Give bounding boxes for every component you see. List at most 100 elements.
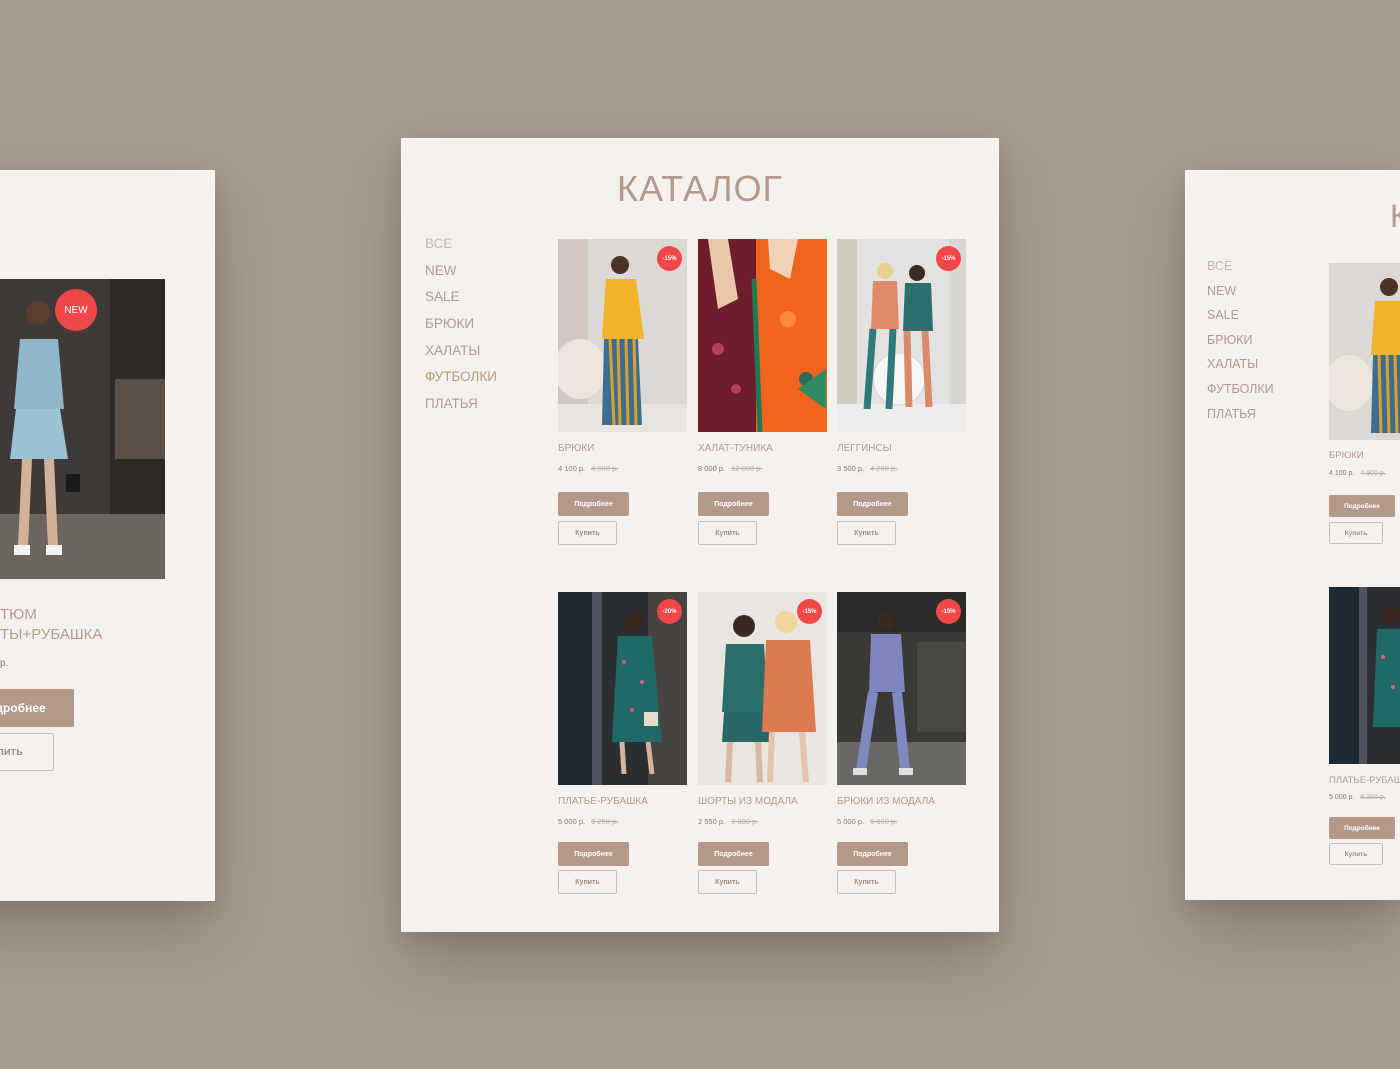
discount-badge: -15% [936,246,961,271]
nav-item-all[interactable]: ВСЕ [425,236,497,263]
buy-button[interactable]: Купить [1329,843,1383,865]
buy-button[interactable]: Купить [558,870,617,894]
buy-button[interactable]: Купить [1329,522,1383,544]
product-photo[interactable]: -15% [837,592,966,785]
nav-item-sale[interactable]: SALE [1207,308,1274,333]
old-price: 5 900 р. [870,817,898,826]
right-category-nav: ВСЕ NEW SALE БРЮКИ ХАЛАТЫ ФУТБОЛКИ ПЛАТЬ… [1207,259,1274,431]
discount-badge: -15% [936,599,961,624]
product-price: 4 100 р. 4 900 р. [1329,470,1386,477]
old-price: 4 900 р. [591,464,619,473]
product-price: 5 000 р. 5 900 р. [837,817,897,826]
page-title: КАТАЛОГ [617,168,783,209]
product-price: 4 100 р. 4 900 р. [558,464,618,473]
product-photo[interactable]: -15% [558,239,687,432]
product-card: -15% ШОРТЫ ИЗ МОДАЛА 2 550 р. 3 000 р. По… [698,592,828,902]
product-photo[interactable] [698,239,827,432]
product-title[interactable]: ЛЕГГИНСЫ [837,443,892,454]
current-price: 8 000 р. [698,464,726,473]
nav-item-all[interactable]: ВСЕ [1207,259,1274,284]
product-photo[interactable]: -15% [698,592,827,785]
current-price: 5 000 р. [837,817,865,826]
current-price: 4 100 р. [1329,470,1355,477]
current-price: 5 000 р. [1329,794,1355,801]
product-title[interactable]: ШОРТЫ ИЗ МОДАЛА [698,796,798,807]
discount-badge: -20% [657,599,682,624]
old-price: 6 250 р. [1360,794,1386,801]
buy-button[interactable]: Купить [698,870,757,894]
current-price: 5 000 р. [558,817,586,826]
product-photo[interactable] [1329,587,1400,764]
right-page-title: К [1390,198,1400,234]
nav-item-tshirts[interactable]: ФУТБОЛКИ [425,369,497,396]
buy-button[interactable]: Купить [698,521,757,545]
nav-item-robes[interactable]: ХАЛАТЫ [1207,357,1274,382]
buy-button[interactable]: Купить [558,521,617,545]
product-photo[interactable]: -20% [558,592,687,785]
discount-badge: -15% [797,599,822,624]
old-price: 4 200 р. [870,464,898,473]
product-card: -15% БРЮКИ 4 100 р. 4 900 р. Подробнее Ку… [558,239,688,549]
product-price: 3 500 р. 4 200 р. [837,464,897,473]
product-title[interactable]: ПЛАТЬЕ-РУБАШКА [558,796,648,807]
more-button[interactable]: Подробнее [698,492,769,516]
photo-shirt-dress-image [1329,587,1400,764]
current-price: 3 500 р. [837,464,865,473]
right-product-card: БРЮКИ 4 100 р. 4 900 р. Подробнее Купить [1329,263,1400,553]
current-price: 4 100 р. [558,464,586,473]
photo-robe-image [698,239,827,432]
old-price: 4 900 р. [1360,470,1386,477]
old-price: 3 000 р. [731,817,759,826]
product-title[interactable]: БРЮКИ [558,443,594,454]
new-badge: NEW [55,289,97,331]
product-price: 5 000 р. 6 250 р. [558,817,618,826]
product-title[interactable]: ПЛАТЬЕ-РУБАШКА [1329,775,1400,786]
left-card-more-button[interactable]: одробнее [0,689,74,727]
discount-badge: -15% [657,246,682,271]
left-card-title-line1: ТЮМ [0,606,37,623]
old-price: 6 250 р. [591,817,619,826]
more-button[interactable]: Подробнее [1329,495,1395,517]
product-photo-suit[interactable]: NEW [0,279,165,579]
more-button[interactable]: Подробнее [837,842,908,866]
right-catalog-card: К ВСЕ NEW SALE БРЮКИ ХАЛАТЫ ФУТБОЛКИ ПЛА… [1185,170,1400,900]
buy-button[interactable]: Купить [837,870,896,894]
product-card: -20% ПЛАТЬЕ-РУБАШКА 5 000 р. 6 250 р. Под… [558,592,688,902]
product-title[interactable]: БРЮКИ ИЗ МОДАЛА [837,796,935,807]
left-card-price: р. [0,658,9,669]
product-card: -15% ЛЕГГИНСЫ 3 500 р. 4 200 р. Подробнее… [837,239,967,549]
product-photo[interactable]: -15% [837,239,966,432]
product-price: 5 000 р. 6 250 р. [1329,794,1386,801]
right-product-card: ПЛАТЬЕ-РУБАШКА 5 000 р. 6 250 р. Подробне… [1329,587,1400,877]
current-price: 2 550 р. [698,817,726,826]
product-card: -15% БРЮКИ ИЗ МОДАЛА 5 000 р. 5 900 р. По… [837,592,967,902]
nav-item-dresses[interactable]: ПЛАТЬЯ [1207,407,1274,432]
catalog-card: КАТАЛОГ ВСЕ NEW SALE БРЮКИ ХАЛАТЫ ФУТБОЛ… [401,138,999,932]
nav-item-robes[interactable]: ХАЛАТЫ [425,343,497,370]
left-card-title-line2: ТЫ+РУБАШКА [0,626,103,643]
product-title[interactable]: БРЮКИ [1329,450,1364,461]
left-product-card: NEW ТЮМ ТЫ+РУБАШКА р. одробнее упить [0,170,215,901]
nav-item-sale[interactable]: SALE [425,289,497,316]
nav-item-dresses[interactable]: ПЛАТЬЯ [425,396,497,423]
nav-item-pants[interactable]: БРЮКИ [425,316,497,343]
buy-button[interactable]: Купить [837,521,896,545]
nav-item-new[interactable]: NEW [1207,284,1274,309]
nav-item-pants[interactable]: БРЮКИ [1207,333,1274,358]
product-photo[interactable] [1329,263,1400,440]
product-price: 8 000 р. 12 000 р. [698,464,762,473]
more-button[interactable]: Подробнее [558,492,629,516]
more-button[interactable]: Подробнее [1329,817,1395,839]
category-nav: ВСЕ NEW SALE БРЮКИ ХАЛАТЫ ФУТБОЛКИ ПЛАТЬ… [425,236,497,423]
nav-item-tshirts[interactable]: ФУТБОЛКИ [1207,382,1274,407]
product-title[interactable]: ХАЛАТ-ТУНИКА [698,443,773,454]
more-button[interactable]: Подробнее [698,842,769,866]
nav-item-new[interactable]: NEW [425,263,497,290]
product-card: ХАЛАТ-ТУНИКА 8 000 р. 12 000 р. Подробнее… [698,239,828,549]
more-button[interactable]: Подробнее [837,492,908,516]
product-price: 2 550 р. 3 000 р. [698,817,758,826]
left-card-buy-button[interactable]: упить [0,733,54,771]
more-button[interactable]: Подробнее [558,842,629,866]
photo-pants-image [1329,263,1400,440]
old-price: 12 000 р. [731,464,763,473]
